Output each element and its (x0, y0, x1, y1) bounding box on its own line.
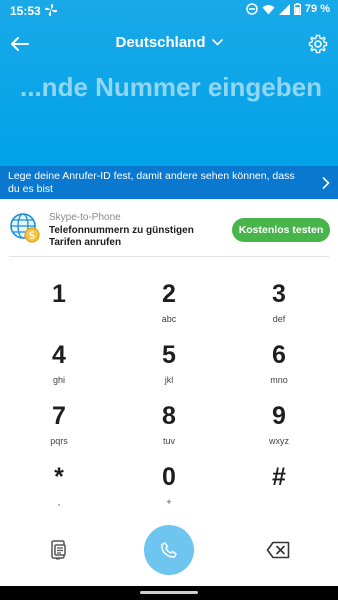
status-time: 15:53 (10, 4, 41, 18)
settings-button[interactable] (304, 30, 332, 58)
key-digit: * (54, 463, 64, 491)
chevron-right-icon (322, 177, 330, 189)
key-letters: wxyz (269, 436, 289, 446)
gear-icon (308, 34, 328, 54)
caller-id-banner[interactable]: Lege deine Anrufer-ID fest, damit andere… (0, 166, 338, 199)
globe-coin-icon (10, 213, 40, 243)
battery-icon (293, 3, 301, 15)
promo-kicker: Skype-to-Phone (49, 212, 121, 223)
key-letters: jkl (164, 375, 174, 385)
key-4[interactable]: 4 ghi (14, 341, 104, 399)
key-star[interactable]: *, (14, 463, 104, 521)
phone-card-icon[interactable] (48, 539, 70, 561)
system-nav-bar (0, 586, 338, 600)
key-3[interactable]: 3 def (234, 280, 324, 338)
divider (9, 256, 329, 257)
key-letters: def (272, 314, 286, 324)
key-digit: 2 (162, 280, 176, 308)
status-icons: 79 % (246, 3, 330, 15)
key-5[interactable]: 5 jkl (124, 341, 214, 399)
call-button[interactable] (144, 525, 194, 575)
key-letters: abc (161, 314, 177, 324)
key-letters: mno (270, 375, 288, 385)
key-letters: , (57, 497, 61, 507)
key-letters: + (166, 497, 172, 507)
skype-to-phone-promo: Skype-to-Phone Telefonnummern zu günstig… (0, 200, 338, 256)
backspace-icon[interactable] (266, 541, 290, 559)
key-digit: 4 (52, 341, 66, 369)
key-digit: 0 (162, 463, 176, 491)
chevron-down-icon (211, 39, 223, 46)
top-bar: Deutschland (0, 28, 338, 62)
battery-percent: 79 % (304, 3, 330, 15)
key-6[interactable]: 6 mno (234, 341, 324, 399)
wifi-icon (262, 4, 275, 14)
status-bar: 15:53 79 % (0, 0, 338, 22)
key-letters: tuv (162, 436, 175, 446)
fan-icon (45, 4, 57, 16)
key-letters: pqrs (50, 436, 68, 446)
key-2[interactable]: 2 abc (124, 280, 214, 338)
home-gesture-pill[interactable] (140, 591, 198, 594)
country-name: Deutschland (115, 34, 206, 51)
caller-id-banner-text: Lege deine Anrufer-ID fest, damit andere… (8, 170, 295, 195)
key-letters: ghi (52, 375, 65, 385)
key-letters (14, 314, 104, 325)
signal-icon (278, 3, 290, 15)
promo-text: Telefonnummern zu günstigen Tarifen anru… (49, 225, 194, 248)
key-digit: # (272, 463, 286, 491)
phone-icon (161, 542, 177, 558)
key-digit: 6 (272, 341, 286, 369)
key-8[interactable]: 8 tuv (124, 402, 214, 460)
key-letters (234, 497, 324, 508)
key-digit: 8 (162, 402, 176, 430)
key-digit: 9 (272, 402, 286, 430)
dialer-header: 15:53 79 % Deutschland ...nde Nummer ein… (0, 0, 338, 166)
key-9[interactable]: 9 wxyz (234, 402, 324, 460)
key-digit: 3 (272, 280, 286, 308)
key-1[interactable]: 1 (14, 280, 104, 338)
key-0[interactable]: 0 + (124, 463, 214, 521)
key-digit: 1 (52, 280, 66, 308)
key-digit: 7 (52, 402, 66, 430)
number-input-placeholder[interactable]: ...nde Nummer eingeben (0, 72, 338, 103)
key-7[interactable]: 7 pqrs (14, 402, 104, 460)
key-hash[interactable]: # (234, 463, 324, 521)
free-trial-button[interactable]: Kostenlos testen (232, 218, 330, 242)
dnd-icon (246, 3, 258, 15)
key-digit: 5 (162, 341, 176, 369)
country-selector[interactable]: Deutschland (0, 34, 338, 51)
